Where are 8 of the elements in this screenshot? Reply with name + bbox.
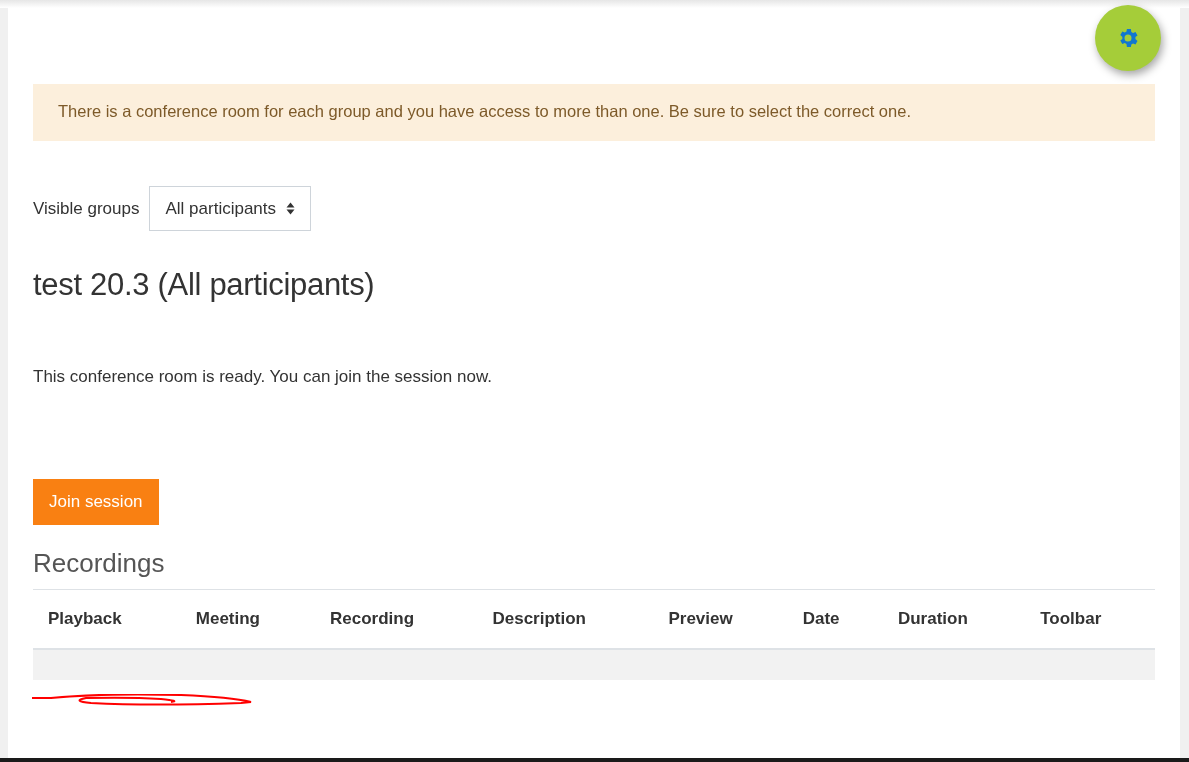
visible-groups-label: Visible groups [33,198,140,219]
status-text: This conference room is ready. You can join the session now. [33,367,493,387]
alert-message: There is a conference room for each group and you have access to more than one. Be sure to select the correct one. [33,84,1155,141]
room-title: test 20.3 (All participants) [33,267,376,303]
sort-caret-icon [286,202,296,215]
recordings-heading: Recordings [33,547,166,579]
group-select[interactable]: All participants [149,186,312,231]
settings-button[interactable] [1095,5,1161,71]
